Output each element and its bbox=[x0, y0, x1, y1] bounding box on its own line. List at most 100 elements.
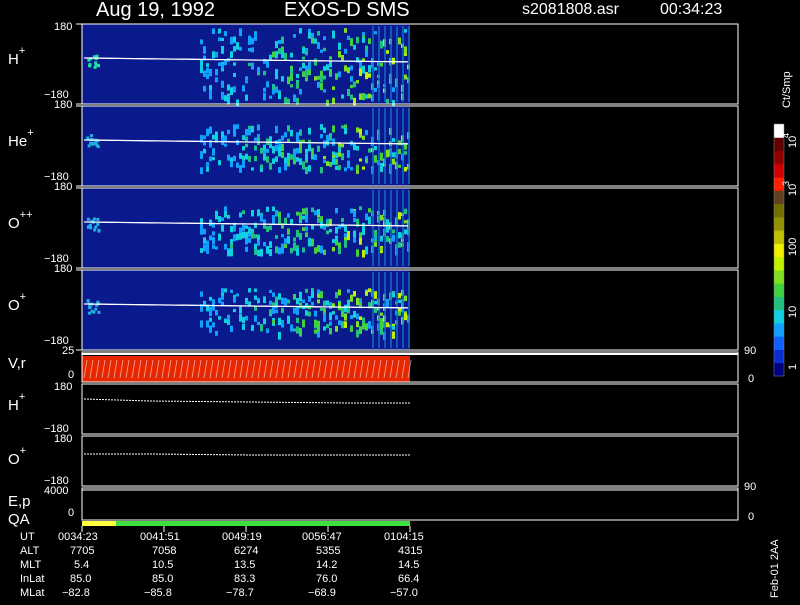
spectrogram-op-cell bbox=[320, 292, 323, 299]
spectrogram-opp-cell bbox=[239, 227, 242, 233]
footer-c4-r1: 4315 bbox=[398, 545, 423, 557]
spectrogram-opp-cell bbox=[296, 211, 299, 216]
spectrogram-op-cell bbox=[326, 300, 329, 306]
spectrogram-opp-cell bbox=[368, 208, 371, 213]
spectrogram-opp-cell bbox=[242, 210, 245, 215]
spectrogram-h-cell bbox=[404, 29, 407, 33]
spectrogram-opp-cell bbox=[353, 218, 356, 223]
spectrogram-op-cell bbox=[326, 324, 329, 329]
spectrogram-he-cell bbox=[275, 144, 278, 152]
spectrogram-h-cell bbox=[362, 32, 365, 36]
spectrogram-opp-cell bbox=[320, 245, 323, 254]
spectrogram-opp-cell bbox=[92, 217, 96, 221]
spectrogram-op-cell bbox=[272, 302, 275, 306]
spectrogram-he-cell bbox=[332, 138, 335, 146]
spectrogram-he-cell bbox=[317, 145, 320, 152]
spectrogram-opp-cell bbox=[284, 217, 287, 225]
spectrogram-op-cell bbox=[233, 308, 236, 313]
footer-c4-r4: −57.0 bbox=[390, 587, 418, 599]
spectrogram-h-cell bbox=[392, 87, 395, 91]
spectrogram-op-cell bbox=[245, 297, 248, 305]
spectrogram-op-cell bbox=[239, 306, 242, 314]
spectrogram-he-cell bbox=[329, 161, 332, 167]
spectrogram-opp-cell bbox=[353, 230, 356, 238]
spectrogram-op-cell bbox=[209, 325, 212, 333]
spectrogram-opp-cell bbox=[290, 247, 293, 254]
spectrogram-he-cell bbox=[347, 160, 350, 169]
spectrogram-op-cell bbox=[344, 321, 347, 328]
spectrogram-he-cell bbox=[236, 162, 239, 168]
spectrogram-he-cell bbox=[314, 154, 317, 161]
spectrogram-op-cell bbox=[332, 311, 335, 315]
spectrogram-op-cell bbox=[218, 316, 221, 320]
spectrogram-he-cell bbox=[404, 151, 407, 155]
spectrogram-h-cell bbox=[209, 68, 212, 77]
spectrogram-he-cell bbox=[275, 156, 278, 162]
vr-label: V,r bbox=[8, 355, 26, 372]
colorbar-segment bbox=[774, 190, 784, 205]
spectrogram-h-cell bbox=[299, 28, 302, 34]
spectrogram-op-cell bbox=[317, 293, 320, 299]
spectrogram-h-cell bbox=[272, 51, 275, 58]
spectrogram-he-cell bbox=[236, 140, 239, 146]
spectrogram-he-cell bbox=[281, 135, 284, 141]
spectrogram-he-cell bbox=[329, 133, 332, 141]
spectrogram-h-cell bbox=[299, 88, 302, 95]
spectrogram-opp-cell bbox=[233, 234, 236, 242]
spectrogram-he-cell bbox=[290, 154, 293, 160]
spectrogram-h-cell bbox=[368, 65, 371, 73]
spectrogram-opp-cell bbox=[212, 236, 215, 243]
file-name: s2081808.asr bbox=[522, 1, 619, 18]
spectrogram-opp-cell bbox=[209, 219, 212, 227]
spectrogram-opp-cell bbox=[359, 237, 362, 245]
spectrogram-he-cell bbox=[260, 147, 263, 154]
spectrogram-opp-cell bbox=[272, 206, 275, 212]
spectrogram-op-cell bbox=[209, 306, 212, 312]
spectrogram-op-cell bbox=[287, 299, 290, 304]
spectrogram-op-cell bbox=[299, 302, 302, 309]
spectrogram-op-cell bbox=[302, 299, 305, 304]
spectrogram-op-cell bbox=[239, 314, 242, 322]
colorbar-segment bbox=[774, 243, 784, 258]
spectrogram-op-cell bbox=[359, 316, 362, 321]
spectrogram-opp-cell bbox=[296, 248, 299, 256]
oline-label: O + bbox=[8, 445, 27, 468]
spectrogram-h-cell bbox=[230, 87, 233, 95]
spectrogram-op-cell bbox=[368, 288, 371, 293]
spectrogram-he-cell bbox=[284, 157, 287, 164]
spectrogram-h-cell bbox=[233, 73, 236, 77]
oline-ymax: 180 bbox=[54, 433, 73, 445]
spectrogram-he-cell bbox=[215, 131, 218, 138]
vr-right-bottom: 0 bbox=[748, 373, 755, 385]
spectrogram-he-cell bbox=[263, 153, 266, 161]
spectrogram-opp-cell bbox=[86, 217, 90, 221]
spectrogram-h-cell bbox=[329, 56, 332, 60]
spectrogram-op-cell bbox=[278, 293, 281, 300]
spectrogram-op-stripe bbox=[372, 272, 374, 348]
hline-label: H + bbox=[8, 391, 26, 414]
spectrogram-h-cell bbox=[251, 62, 254, 70]
spectrogram-h-cell bbox=[227, 96, 230, 105]
spectrogram-opp-cell bbox=[212, 231, 215, 236]
spectrogram-opp-cell bbox=[200, 223, 203, 230]
footer-c3-r3: 76.0 bbox=[316, 573, 338, 585]
spectrogram-opp-cell bbox=[311, 238, 314, 247]
spectrogram-he-cell bbox=[302, 161, 305, 169]
spectrogram-op-cell bbox=[272, 320, 275, 324]
spectrogram-opp-cell bbox=[305, 226, 308, 232]
spectrogram-h-cell bbox=[356, 36, 359, 44]
spectrogram-op-cell bbox=[86, 299, 90, 303]
spectrogram-op-cell bbox=[314, 310, 317, 317]
spectrogram-op-cell bbox=[87, 311, 91, 315]
spectrogram-h-cell bbox=[221, 80, 224, 88]
spectrogram-opp-stripe bbox=[384, 190, 386, 266]
spectrogram-op-cell bbox=[305, 288, 308, 293]
spectrogram-h-cell bbox=[275, 51, 278, 59]
spectrogram-he-cell bbox=[362, 166, 365, 170]
spectrogram-h-cell bbox=[251, 37, 254, 45]
spectrogram-he-cell bbox=[206, 162, 209, 168]
spectrogram-h-cell bbox=[290, 66, 293, 70]
spectrogram-h-cell bbox=[242, 85, 245, 92]
spectrogram-opp-cell bbox=[248, 228, 251, 234]
footer-label-inlat: InLat bbox=[20, 573, 45, 585]
